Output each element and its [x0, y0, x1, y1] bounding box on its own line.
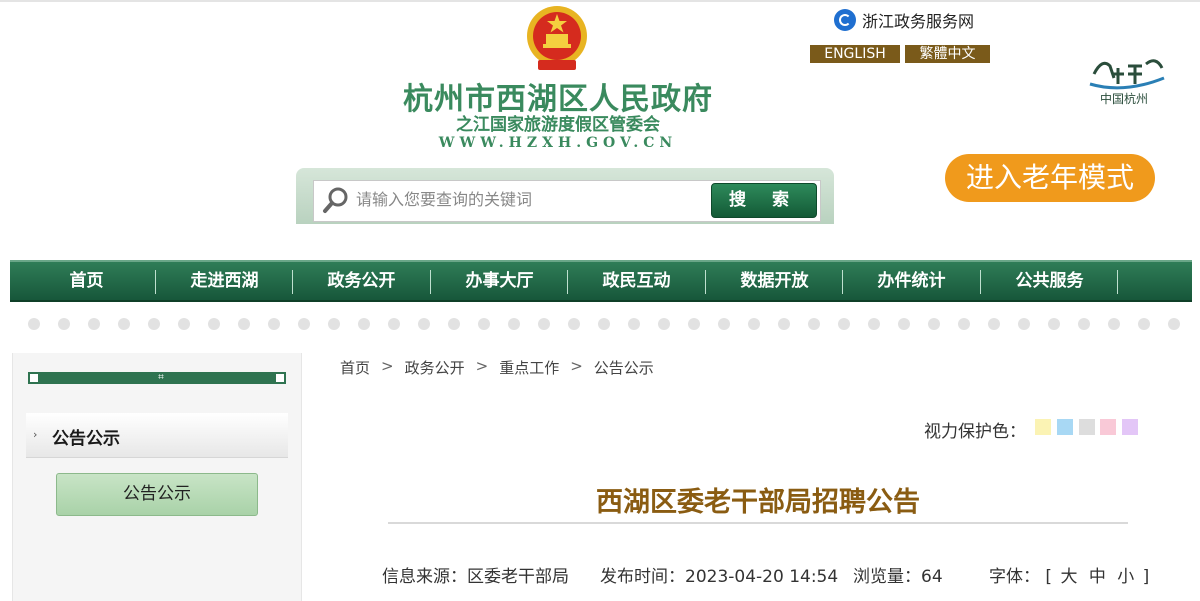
eye-color-swatch-yellow[interactable]: [1035, 419, 1051, 435]
search-button[interactable]: 搜 索: [711, 183, 817, 218]
breadcrumb-home[interactable]: 首页: [340, 357, 370, 379]
font-size-label: 字体：: [989, 567, 1040, 587]
breadcrumb-separator: >: [381, 357, 394, 375]
search-input[interactable]: [356, 186, 696, 212]
eye-color-swatch-gray[interactable]: [1079, 419, 1095, 435]
font-size-control: 字体： [ 大 中 小 ]: [989, 562, 1149, 587]
font-size-large[interactable]: 大: [1060, 567, 1077, 587]
site-subtitle: 之江国家旅游度假区管委会: [456, 115, 660, 135]
site-url: WWW.HZXH.GOV.CN: [438, 135, 678, 151]
eye-color-swatch-purple[interactable]: [1122, 419, 1138, 435]
hangzhou-logo-text: 中国杭州: [1099, 92, 1148, 106]
font-size-small[interactable]: 小: [1117, 567, 1134, 587]
zj-service-link[interactable]: 浙江政务服务网: [834, 8, 974, 32]
nav-item-statistics[interactable]: 办件统计: [843, 262, 980, 300]
top-border: [0, 0, 1200, 2]
nav-item-service-hall[interactable]: 办事大厅: [431, 262, 568, 300]
published-value: 2023-04-20 14:54: [685, 567, 839, 587]
eye-protection-label: 视力保护色：: [924, 422, 1026, 442]
breadcrumb-announcements[interactable]: 公告公示: [594, 357, 654, 379]
zj-service-label: 浙江政务服务网: [862, 12, 975, 31]
article-published: 发布时间：2023-04-20 14:54: [600, 562, 838, 587]
title-divider: [388, 522, 1128, 524]
decorative-dots: [28, 318, 1198, 330]
font-bracket-open: [: [1045, 567, 1053, 587]
zj-service-icon: [834, 9, 856, 31]
sidebar-title: 公告公示: [52, 429, 120, 449]
published-label: 发布时间：: [600, 567, 685, 587]
nav-item-open-data[interactable]: 数据开放: [706, 262, 843, 300]
views-label: 浏览量：: [853, 567, 921, 587]
sidebar-ornament-left: [28, 372, 40, 384]
breadcrumb: 首页 > 政务公开 > 重点工作 > 公告公示: [340, 357, 654, 379]
article-source: 信息来源：区委老干部局: [382, 562, 569, 587]
nav-separator: [1117, 270, 1118, 294]
english-button[interactable]: ENGLISH: [810, 45, 900, 63]
nav-item-interaction[interactable]: 政民互动: [568, 262, 705, 300]
search-icon: [323, 187, 348, 213]
sidebar-ornament-right: [274, 372, 286, 384]
nav-item-about[interactable]: 走进西湖: [156, 262, 293, 300]
breadcrumb-separator: >: [475, 357, 489, 375]
chevron-right-icon: ›: [33, 428, 38, 441]
font-bracket-close: ]: [1142, 567, 1150, 587]
sidebar-item-announcements[interactable]: 公告公示: [56, 473, 258, 516]
source-label: 信息来源：: [382, 567, 467, 587]
traditional-chinese-button[interactable]: 繁體中文: [905, 45, 990, 63]
elder-mode-button[interactable]: 进入老年模式: [945, 154, 1155, 202]
article-views: 浏览量：64: [853, 562, 943, 587]
breadcrumb-gov-info[interactable]: 政务公开: [405, 357, 465, 379]
breadcrumb-key-work[interactable]: 重点工作: [499, 357, 559, 379]
views-value: 64: [921, 567, 943, 587]
sidebar-ornament-center-icon: ⌗: [158, 372, 164, 383]
breadcrumb-separator: >: [570, 357, 583, 375]
eye-color-swatch-pink[interactable]: [1100, 419, 1116, 435]
eye-color-swatch-blue[interactable]: [1057, 419, 1073, 435]
main-nav: 首页 走进西湖 政务公开 办事大厅 政民互动 数据开放 办件统计 公共服务: [10, 260, 1192, 302]
nav-item-gov-info[interactable]: 政务公开: [293, 262, 430, 300]
source-value: 区委老干部局: [467, 567, 569, 587]
article-title: 西湖区委老干部局招聘公告: [596, 487, 920, 518]
national-emblem-icon: [527, 6, 587, 70]
nav-item-home[interactable]: 首页: [18, 262, 155, 300]
nav-item-public-service[interactable]: 公共服务: [981, 262, 1118, 300]
font-size-medium[interactable]: 中: [1089, 567, 1106, 587]
